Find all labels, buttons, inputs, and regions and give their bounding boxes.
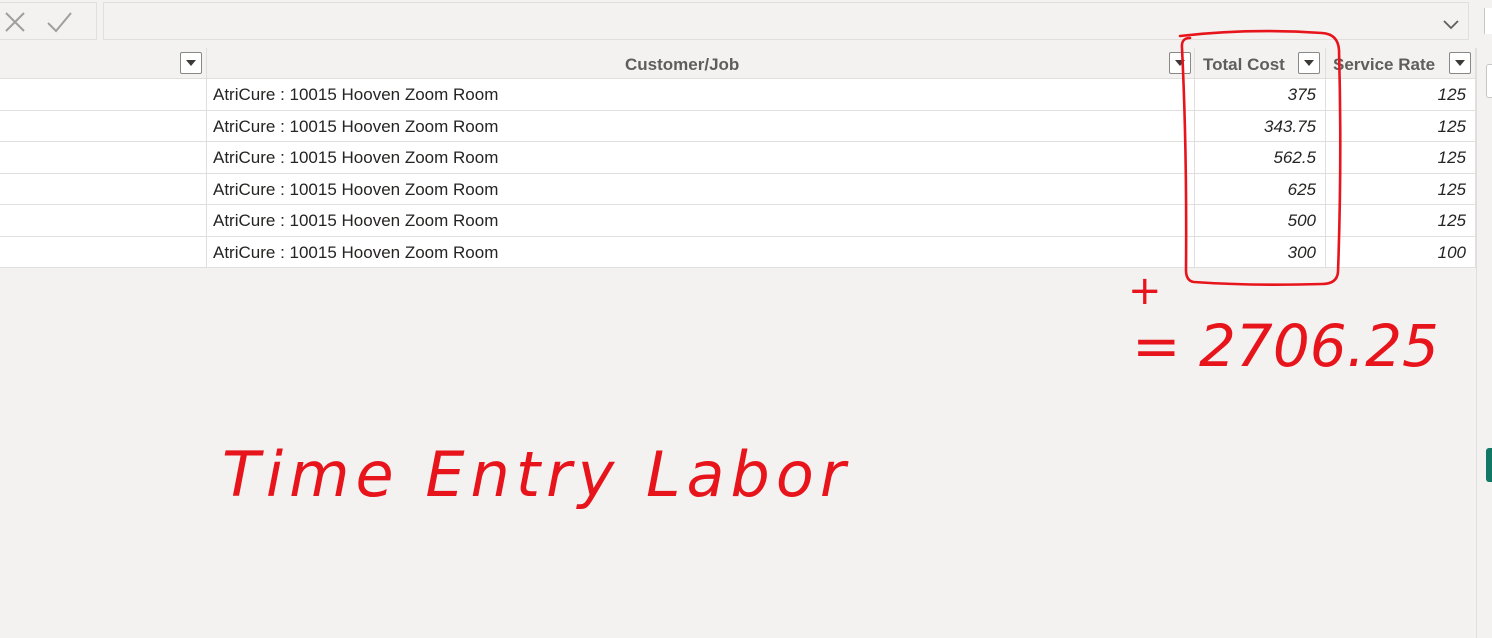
table-row[interactable]: AtriCure : 10015 Hooven Zoom Room 343.75… xyxy=(0,110,1476,142)
column-header-customer-job[interactable]: Customer/Job xyxy=(207,48,1195,79)
side-pane-tab[interactable] xyxy=(1486,64,1492,98)
annotation-label: Time Entry Labor xyxy=(222,438,851,511)
table-cell[interactable] xyxy=(0,79,207,111)
table-cell-total-cost[interactable]: 343.75 xyxy=(1195,110,1326,142)
column-header-label: Service Rate xyxy=(1333,55,1436,74)
column-header-label: Customer/Job xyxy=(625,55,740,74)
table-cell-customer-job[interactable]: AtriCure : 10015 Hooven Zoom Room xyxy=(207,142,1195,174)
table-cell-total-cost[interactable]: 500 xyxy=(1195,205,1326,237)
table-cell-total-cost[interactable]: 375 xyxy=(1195,79,1326,111)
table-row[interactable]: AtriCure : 10015 Hooven Zoom Room 625 12… xyxy=(0,173,1476,205)
table-cell-customer-job[interactable]: AtriCure : 10015 Hooven Zoom Room xyxy=(207,110,1195,142)
table-cell[interactable] xyxy=(0,205,207,237)
table-cell-total-cost[interactable]: 625 xyxy=(1195,173,1326,205)
table-cell-customer-job[interactable]: AtriCure : 10015 Hooven Zoom Room xyxy=(207,79,1195,111)
column-header-total-cost[interactable]: Total Cost xyxy=(1195,48,1326,79)
formula-input[interactable] xyxy=(103,2,1469,40)
table-cell[interactable] xyxy=(0,142,207,174)
annotation-sum: = 2706.25 xyxy=(1132,312,1439,380)
table-row[interactable]: AtriCure : 10015 Hooven Zoom Room 500 12… xyxy=(0,205,1476,237)
side-panel-edge xyxy=(1484,8,1492,34)
pane-divider xyxy=(1476,48,1477,638)
column-header-service-rate[interactable]: Service Rate xyxy=(1326,48,1476,79)
table-cell-customer-job[interactable]: AtriCure : 10015 Hooven Zoom Room xyxy=(207,236,1195,268)
formula-bar-buttons xyxy=(0,2,97,40)
dropdown-filter-icon[interactable] xyxy=(1298,52,1320,74)
dropdown-filter-icon[interactable] xyxy=(180,52,202,74)
checkmark-icon[interactable] xyxy=(46,9,72,35)
table-cell-customer-job[interactable]: AtriCure : 10015 Hooven Zoom Room xyxy=(207,205,1195,237)
table-cell-service-rate[interactable]: 125 xyxy=(1326,142,1476,174)
table-cell[interactable] xyxy=(0,236,207,268)
close-x-icon[interactable] xyxy=(2,9,28,35)
table-row[interactable]: AtriCure : 10015 Hooven Zoom Room 562.5 … xyxy=(0,142,1476,174)
dropdown-filter-icon[interactable] xyxy=(1449,52,1471,74)
table-cell-service-rate[interactable]: 125 xyxy=(1326,110,1476,142)
table-cell-total-cost[interactable]: 300 xyxy=(1195,236,1326,268)
table-row[interactable]: AtriCure : 10015 Hooven Zoom Room 375 12… xyxy=(0,79,1476,111)
table-cell-service-rate[interactable]: 125 xyxy=(1326,173,1476,205)
annotation-plus: + xyxy=(1128,268,1162,314)
table-cell[interactable] xyxy=(0,110,207,142)
table-cell-service-rate[interactable]: 100 xyxy=(1326,236,1476,268)
table-cell[interactable] xyxy=(0,173,207,205)
column-header-label: Total Cost xyxy=(1203,55,1285,74)
chevron-down-icon[interactable] xyxy=(1442,15,1460,33)
table-row[interactable]: AtriCure : 10015 Hooven Zoom Room 300 10… xyxy=(0,236,1476,268)
table-cell-service-rate[interactable]: 125 xyxy=(1326,79,1476,111)
side-pane-green-tab[interactable] xyxy=(1486,448,1492,482)
column-header-0[interactable] xyxy=(0,48,207,79)
table-cell-total-cost[interactable]: 562.5 xyxy=(1195,142,1326,174)
table-cell-service-rate[interactable]: 125 xyxy=(1326,205,1476,237)
dropdown-filter-icon[interactable] xyxy=(1169,52,1191,74)
formula-bar xyxy=(0,0,1492,44)
table-cell-customer-job[interactable]: AtriCure : 10015 Hooven Zoom Room xyxy=(207,173,1195,205)
